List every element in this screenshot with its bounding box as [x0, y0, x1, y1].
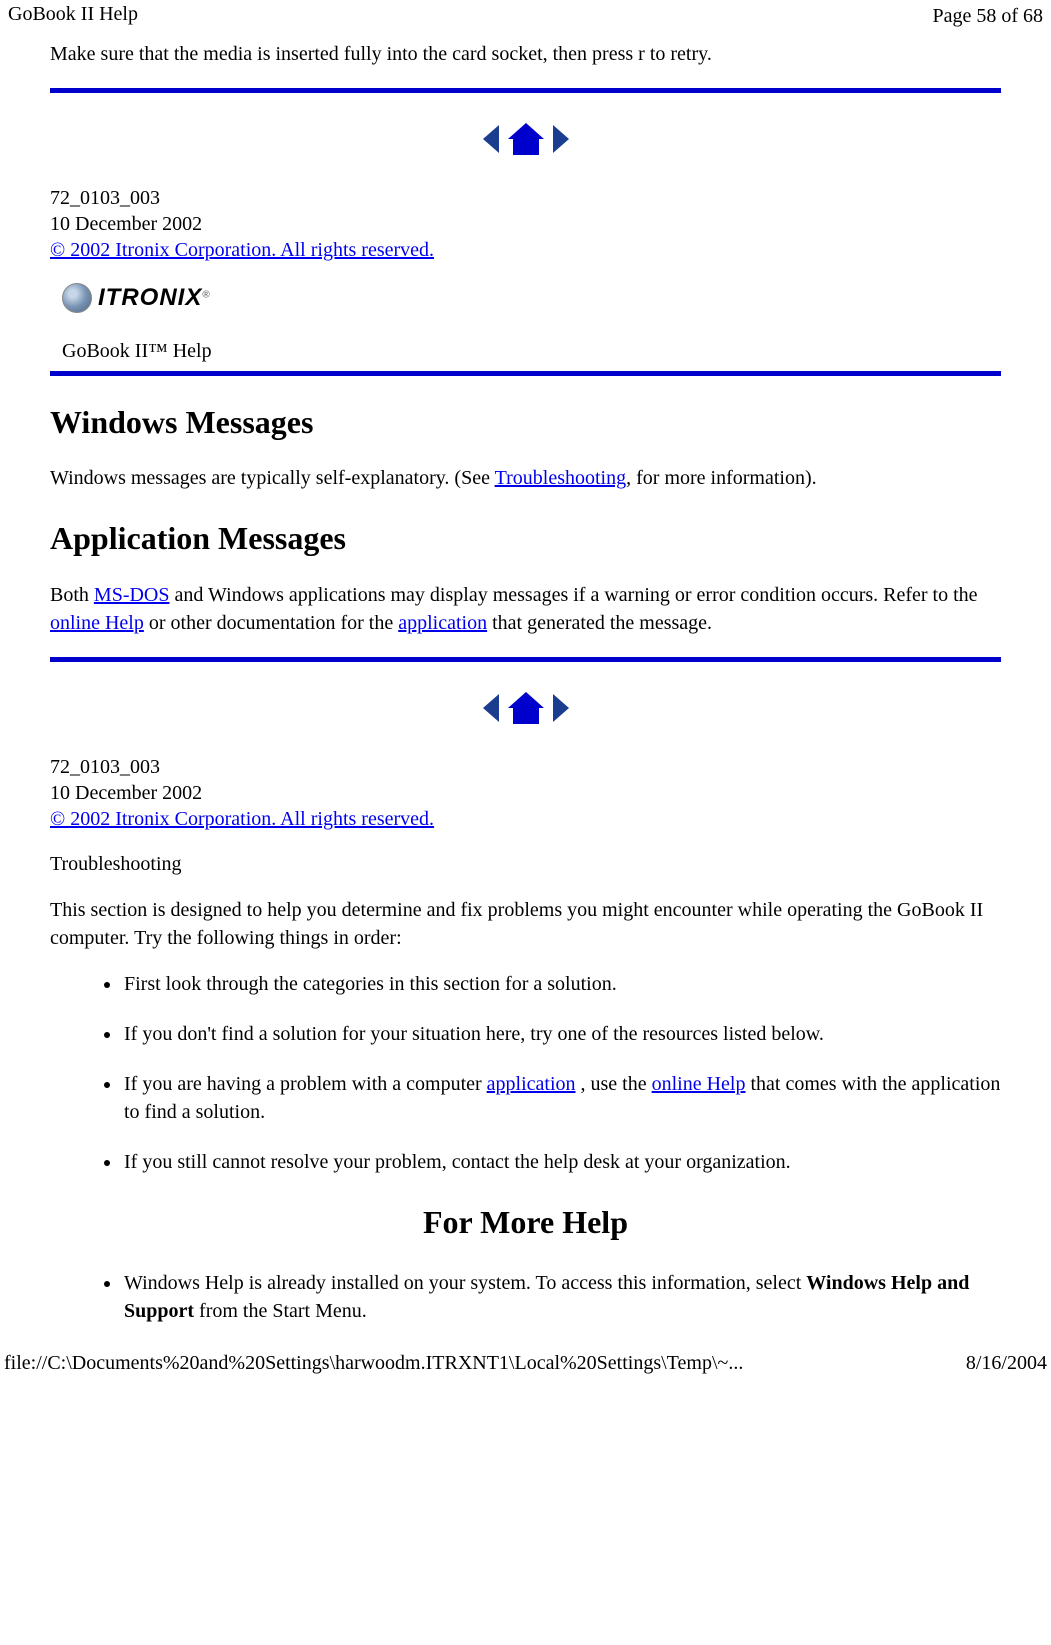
text-segment: from the Start Menu. [194, 1300, 367, 1322]
text-segment: or other documentation for the [144, 612, 398, 634]
home-icon[interactable] [508, 123, 544, 155]
text-segment: Windows Help is already installed on you… [124, 1272, 806, 1294]
logo-section: ITRONIX® GoBook II™ Help [50, 281, 1001, 376]
navigation-bar [50, 123, 1001, 155]
logo-brand-text: ITRONIX [98, 284, 202, 311]
help-subtitle: GoBook II™ Help [50, 337, 1001, 365]
application-link[interactable]: application [487, 1073, 576, 1095]
windows-messages-heading: Windows Messages [50, 400, 1001, 445]
text-segment: and Windows applications may display mes… [169, 584, 977, 606]
application-link[interactable]: application [398, 612, 487, 634]
next-arrow-icon[interactable] [553, 125, 569, 153]
copyright-link[interactable]: © 2002 Itronix Corporation. All rights r… [50, 239, 434, 261]
previous-arrow-icon[interactable] [483, 125, 499, 153]
text-segment: , use the [576, 1073, 652, 1095]
document-title: GoBook II Help [4, 1, 142, 27]
windows-messages-text: Windows messages are typically self-expl… [50, 464, 1001, 492]
divider [50, 657, 1001, 662]
text-segment: Windows messages are typically self-expl… [50, 467, 495, 489]
list-item: First look through the categories in thi… [122, 970, 1001, 998]
page-number: Page 58 of 68 [928, 0, 1047, 32]
doc-date: 10 December 2002 [50, 211, 1001, 237]
footer-date: 8/16/2004 [966, 1349, 1047, 1377]
online-help-link[interactable]: online Help [652, 1073, 746, 1095]
doc-code: 72_0103_003 [50, 185, 1001, 211]
intro-paragraph: Make sure that the media is inserted ful… [50, 40, 1001, 68]
document-metadata: 72_0103_003 10 December 2002 © 2002 Itro… [50, 185, 1001, 263]
divider [50, 88, 1001, 93]
troubleshooting-intro: This section is designed to help you det… [50, 896, 1001, 952]
troubleshooting-list: First look through the categories in thi… [50, 970, 1001, 1176]
list-item: If you don't find a solution for your si… [122, 1020, 1001, 1048]
list-item: If you still cannot resolve your problem… [122, 1148, 1001, 1176]
doc-date: 10 December 2002 [50, 780, 1001, 806]
troubleshooting-title: Troubleshooting [50, 850, 1001, 878]
home-icon[interactable] [508, 692, 544, 724]
globe-icon [62, 283, 92, 313]
application-messages-heading: Application Messages [50, 516, 1001, 561]
document-metadata: 72_0103_003 10 December 2002 © 2002 Itro… [50, 754, 1001, 832]
application-messages-text: Both MS-DOS and Windows applications may… [50, 581, 1001, 637]
text-segment: Both [50, 584, 94, 606]
text-segment: , for more information). [626, 467, 817, 489]
next-arrow-icon[interactable] [553, 694, 569, 722]
list-item: If you are having a problem with a compu… [122, 1070, 1001, 1126]
copyright-link[interactable]: © 2002 Itronix Corporation. All rights r… [50, 808, 434, 830]
registered-mark: ® [202, 289, 209, 300]
more-help-heading: For More Help [50, 1200, 1001, 1245]
text-segment: If you are having a problem with a compu… [124, 1073, 487, 1095]
online-help-link[interactable]: online Help [50, 612, 144, 634]
navigation-bar [50, 692, 1001, 724]
msdos-link[interactable]: MS-DOS [94, 584, 170, 606]
file-path: file://C:\Documents%20and%20Settings\har… [4, 1349, 743, 1377]
more-help-list: Windows Help is already installed on you… [50, 1269, 1001, 1325]
troubleshooting-link[interactable]: Troubleshooting [495, 467, 627, 489]
doc-code: 72_0103_003 [50, 754, 1001, 780]
previous-arrow-icon[interactable] [483, 694, 499, 722]
list-item: Windows Help is already installed on you… [122, 1269, 1001, 1325]
itronix-logo: ITRONIX® [50, 281, 1001, 315]
footer: file://C:\Documents%20and%20Settings\har… [0, 1347, 1051, 1379]
text-segment: that generated the message. [487, 612, 712, 634]
